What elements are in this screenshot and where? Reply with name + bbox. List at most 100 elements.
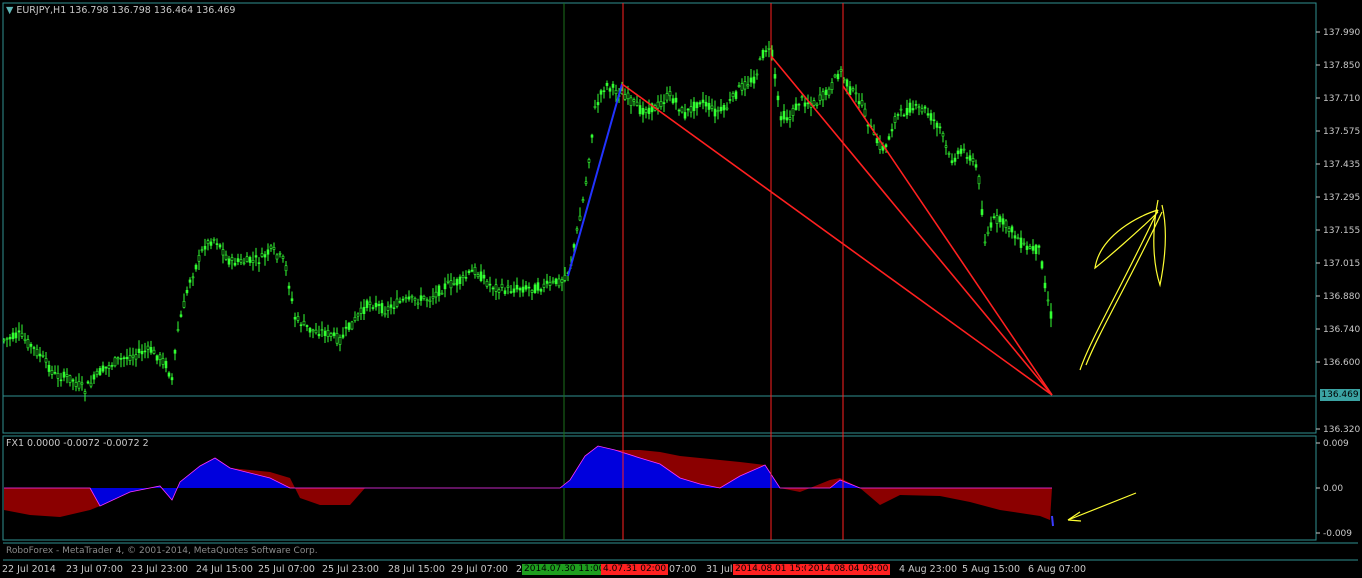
- candle-body: [227, 258, 231, 265]
- time-axis-label: 29 Jul 07:00: [451, 564, 508, 575]
- candle-body: [113, 357, 117, 367]
- candle-body: [767, 48, 771, 50]
- candle-body: [851, 88, 855, 91]
- candle-body: [962, 148, 966, 151]
- candle-body: [290, 298, 294, 302]
- candle-body: [536, 282, 540, 291]
- candle-body: [779, 116, 783, 121]
- candle-body: [911, 108, 915, 111]
- candle-body: [821, 91, 825, 101]
- candle-body: [125, 356, 129, 360]
- candle-body: [860, 100, 864, 106]
- candle-body: [131, 354, 135, 358]
- candle-body: [329, 333, 333, 337]
- candle-body: [386, 306, 390, 311]
- candle-body: [692, 101, 696, 111]
- candle-body: [743, 81, 747, 90]
- candle-body: [335, 333, 339, 344]
- candle-body: [65, 374, 69, 377]
- candle-body: [926, 113, 930, 116]
- candle-body: [857, 101, 861, 105]
- time-marker-tag: 4.07.31 02:00: [601, 564, 669, 575]
- candle-body: [71, 379, 75, 382]
- candle-body: [725, 107, 729, 110]
- candle-body: [512, 288, 516, 293]
- candle-body: [524, 285, 528, 290]
- price-tick-label: 137.155: [1323, 226, 1360, 236]
- candle-body: [680, 107, 684, 113]
- candle-body: [836, 73, 840, 80]
- candle-body: [11, 332, 15, 340]
- candle-body: [758, 58, 762, 61]
- candle-body: [215, 243, 219, 245]
- chart-canvas[interactable]: 137.990 137.850 137.710 137.575 137.435 137.2…: [0, 0, 1362, 578]
- candle-body: [41, 355, 45, 357]
- time-axis-label: 07:00: [669, 564, 697, 575]
- candle-body: [89, 382, 93, 387]
- candle-body: [752, 76, 756, 84]
- triangle-down-icon[interactable]: ▼: [6, 5, 13, 16]
- candle-body: [323, 330, 327, 336]
- candle-body: [491, 287, 495, 290]
- candle-body: [734, 91, 738, 99]
- candle-body: [44, 358, 48, 363]
- time-axis-label: 23 Jul 23:00: [131, 564, 188, 575]
- candle-body: [959, 148, 963, 154]
- candle-body: [416, 302, 420, 305]
- time-axis-label: 31 Jul: [706, 564, 733, 575]
- candle-body: [359, 307, 363, 314]
- red-trendline[interactable]: [621, 83, 1053, 396]
- candle-body: [530, 290, 534, 293]
- candle-body: [818, 94, 822, 101]
- indicator-tick-label: 0.00: [1323, 484, 1343, 494]
- candle-body: [1013, 235, 1017, 239]
- candle-body: [311, 329, 315, 332]
- candle-body: [434, 291, 438, 298]
- candle-body: [74, 382, 78, 387]
- candle-body: [503, 290, 507, 294]
- time-axis-label: 25 Jul 07:00: [258, 564, 315, 575]
- candle-body: [80, 382, 84, 385]
- candle-body: [722, 104, 726, 111]
- red-trendline[interactable]: [770, 55, 1053, 396]
- candle-body: [14, 332, 18, 339]
- candle-body: [374, 302, 378, 308]
- candle-body: [200, 249, 204, 252]
- candle-body: [50, 370, 54, 375]
- candle-body: [1001, 218, 1005, 225]
- candle-body: [995, 215, 999, 224]
- candle-body: [542, 283, 546, 288]
- candle-body: [596, 102, 600, 106]
- candle-body: [449, 280, 453, 289]
- candle-body: [194, 264, 198, 270]
- candle-body: [956, 150, 960, 155]
- candle-body: [920, 108, 924, 113]
- candle-body: [185, 289, 189, 294]
- candle-body: [221, 249, 225, 256]
- candle-body: [152, 349, 156, 354]
- candle-body: [446, 280, 450, 283]
- candle-body: [224, 254, 228, 260]
- candle-body: [59, 379, 63, 382]
- symbol-header[interactable]: ▼ EURJPY,H1 136.798 136.798 136.464 136.…: [6, 5, 235, 16]
- candle-body: [935, 122, 939, 128]
- candle-body: [938, 126, 942, 129]
- candle-body: [218, 244, 222, 248]
- candle-body: [902, 114, 906, 117]
- price-tick-label: 137.015: [1323, 259, 1360, 269]
- candle-body: [209, 241, 213, 246]
- candle-body: [38, 353, 42, 357]
- candle-body: [905, 108, 909, 116]
- candle-body: [578, 215, 582, 221]
- candle-body: [641, 107, 645, 115]
- candle-body: [602, 90, 606, 93]
- candle-body: [392, 307, 396, 309]
- candle-body: [158, 354, 162, 360]
- candle-body: [590, 134, 594, 138]
- candle-body: [788, 117, 792, 120]
- candle-body: [908, 102, 912, 113]
- candle-body: [656, 101, 660, 109]
- candle-body: [413, 297, 417, 301]
- candle-body: [260, 253, 264, 257]
- blue-trendline[interactable]: [567, 83, 623, 277]
